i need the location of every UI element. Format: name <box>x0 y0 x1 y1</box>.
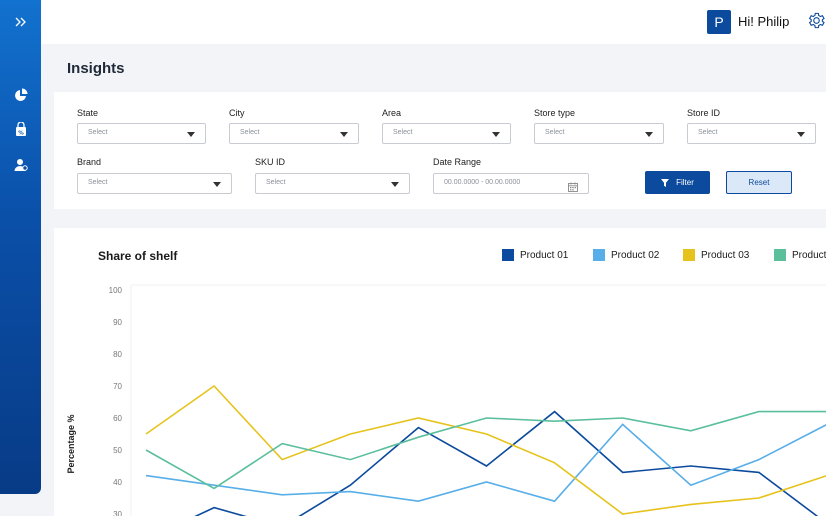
series-line-1[interactable] <box>146 410 826 516</box>
y-tick-label: 90 <box>113 318 122 327</box>
y-tick-label: 30 <box>113 510 122 516</box>
series-line-4[interactable] <box>145 392 826 490</box>
series-line-2[interactable] <box>145 423 826 503</box>
y-tick-label: 70 <box>113 382 122 391</box>
plot-frame <box>130 284 826 516</box>
line-chart: 100 90 80 70 60 50 40 30 <box>109 284 826 516</box>
y-tick-label: 50 <box>113 446 122 455</box>
y-tick-label: 60 <box>113 414 122 423</box>
series-line-3[interactable] <box>145 384 826 515</box>
y-tick-label: 100 <box>109 286 123 295</box>
y-tick-label: 80 <box>113 350 122 359</box>
y-tick-label: 40 <box>113 478 122 487</box>
